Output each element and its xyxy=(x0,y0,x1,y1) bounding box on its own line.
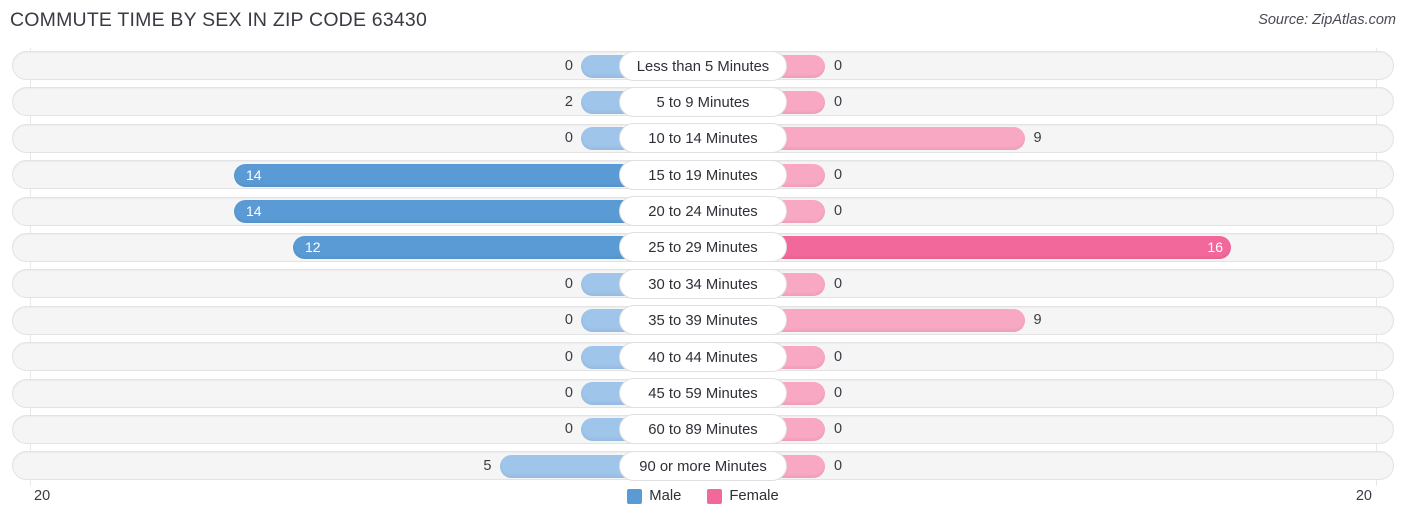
category-label: Less than 5 Minutes xyxy=(619,50,787,81)
value-label-female: 0 xyxy=(834,275,843,292)
value-label-female: 0 xyxy=(834,385,843,402)
value-label-male: 0 xyxy=(564,275,573,292)
legend-item-male[interactable]: Male xyxy=(627,488,681,504)
category-label: 15 to 19 Minutes xyxy=(619,159,787,190)
legend-swatch-male-icon xyxy=(627,488,643,504)
value-label-female: 0 xyxy=(834,421,843,438)
value-label-male: 14 xyxy=(246,203,262,220)
category-label: 20 to 24 Minutes xyxy=(619,196,787,227)
bar-row: 0 9 10 to 14 Minutes xyxy=(0,121,1406,157)
bar-row: 0 0 45 to 59 Minutes xyxy=(0,376,1406,412)
value-label-female: 9 xyxy=(1033,130,1042,147)
value-label-female: 0 xyxy=(834,93,843,110)
value-label-male: 12 xyxy=(305,239,321,256)
legend-swatch-female-icon xyxy=(707,488,723,504)
commute-time-bar-chart: COMMUTE TIME BY SEX IN ZIP CODE 63430 So… xyxy=(0,0,1406,522)
bar-row: 12 16 25 to 29 Minutes xyxy=(0,230,1406,266)
value-label-male: 14 xyxy=(246,166,262,183)
value-label-female: 0 xyxy=(834,348,843,365)
bar-female[interactable] xyxy=(759,127,1025,151)
bar-row: 0 9 35 to 39 Minutes xyxy=(0,303,1406,339)
bar-rows: 0 0 Less than 5 Minutes 2 0 5 to 9 Minutes 0 9 1… xyxy=(0,48,1406,485)
bar-male[interactable] xyxy=(234,163,647,187)
chart-footer: 20 20 Male Female xyxy=(0,486,1406,522)
bar-male[interactable] xyxy=(234,200,647,224)
legend-label-male: Male xyxy=(649,488,682,504)
category-label: 10 to 14 Minutes xyxy=(619,123,787,154)
value-label-female: 0 xyxy=(834,166,843,183)
category-label: 5 to 9 Minutes xyxy=(619,86,787,117)
category-label: 30 to 34 Minutes xyxy=(619,268,787,299)
bar-female[interactable] xyxy=(759,309,1025,333)
value-label-female: 0 xyxy=(834,57,843,74)
category-label: 40 to 44 Minutes xyxy=(619,341,787,372)
category-label: 35 to 39 Minutes xyxy=(619,305,787,336)
category-label: 60 to 89 Minutes xyxy=(619,414,787,445)
category-label: 45 to 59 Minutes xyxy=(619,378,787,409)
category-label: 25 to 29 Minutes xyxy=(619,232,787,263)
value-label-male: 2 xyxy=(564,93,573,110)
value-label-female: 9 xyxy=(1033,312,1042,329)
plot-area: 0 0 Less than 5 Minutes 2 0 5 to 9 Minutes 0 9 1… xyxy=(0,48,1406,486)
value-label-male: 0 xyxy=(564,312,573,329)
bar-row: 14 0 20 to 24 Minutes xyxy=(0,194,1406,230)
value-label-male: 0 xyxy=(564,57,573,74)
value-label-male: 0 xyxy=(564,421,573,438)
value-label-male: 0 xyxy=(564,130,573,147)
bar-row: 0 0 30 to 34 Minutes xyxy=(0,266,1406,302)
source-attribution: Source: ZipAtlas.com xyxy=(1258,12,1396,28)
bar-row: 0 0 Less than 5 Minutes xyxy=(0,48,1406,84)
value-label-female: 0 xyxy=(834,203,843,220)
category-label: 90 or more Minutes xyxy=(619,450,787,481)
legend-item-female[interactable]: Female xyxy=(707,488,779,504)
bar-row: 14 0 15 to 19 Minutes xyxy=(0,157,1406,193)
value-label-female: 16 xyxy=(1207,239,1223,256)
bar-male[interactable] xyxy=(293,236,647,260)
page-title: COMMUTE TIME BY SEX IN ZIP CODE 63430 xyxy=(10,9,428,31)
legend-label-female: Female xyxy=(729,488,779,504)
bar-row: 2 0 5 to 9 Minutes xyxy=(0,84,1406,120)
legend: Male Female xyxy=(0,488,1406,504)
value-label-male: 0 xyxy=(564,348,573,365)
bar-row: 5 0 90 or more Minutes xyxy=(0,448,1406,484)
bar-row: 0 0 40 to 44 Minutes xyxy=(0,339,1406,375)
value-label-male: 0 xyxy=(564,385,573,402)
bar-female[interactable] xyxy=(759,236,1231,260)
value-label-male: 5 xyxy=(483,457,492,474)
value-label-female: 0 xyxy=(834,457,843,474)
bar-row: 0 0 60 to 89 Minutes xyxy=(0,412,1406,448)
